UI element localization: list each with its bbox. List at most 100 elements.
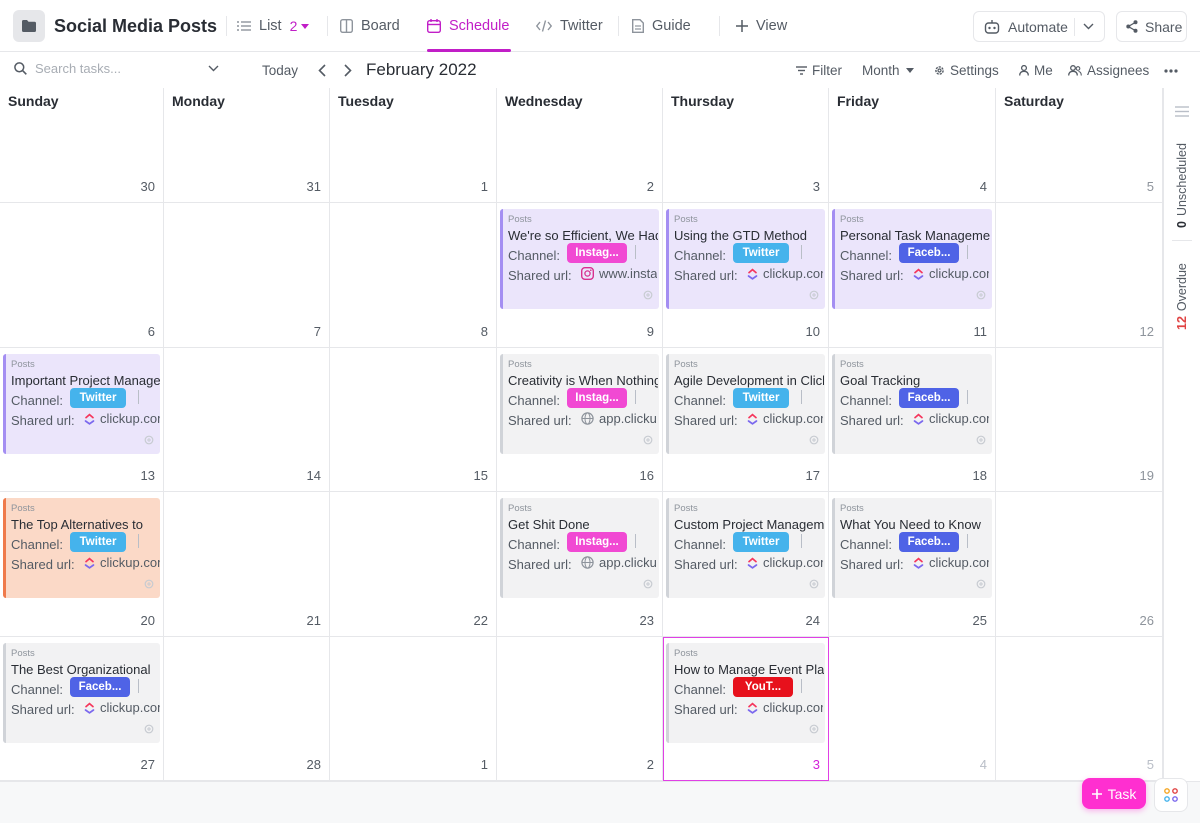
menu-icon[interactable] <box>1175 106 1189 117</box>
shared-url-link[interactable]: clickup.com <box>747 700 823 715</box>
task-card[interactable]: Posts Creativity is When Nothing Channel: I… <box>500 354 659 454</box>
day-cell[interactable]: 28 <box>164 637 330 781</box>
tab-list[interactable]: List 2 <box>237 0 310 52</box>
day-cell[interactable]: 2 <box>497 88 663 203</box>
channel-badge[interactable]: Twitter <box>733 388 789 408</box>
shared-url-link[interactable]: app.clickup.com <box>581 411 657 426</box>
task-card[interactable]: Posts Goal Tracking Channel: Faceb... Shared… <box>832 354 992 454</box>
add-view-button[interactable]: View <box>736 0 787 52</box>
chevron-down-icon[interactable] <box>1083 23 1094 30</box>
day-cell[interactable]: 30 <box>0 88 164 203</box>
day-cell[interactable]: 15 <box>330 348 497 492</box>
day-cell[interactable]: 6 <box>0 203 164 348</box>
channel-badge[interactable]: Faceb... <box>899 532 959 552</box>
apps-button[interactable] <box>1154 778 1188 812</box>
card-title[interactable]: Custom Project Management <box>674 517 824 532</box>
shared-url-link[interactable]: clickup.com <box>747 555 823 570</box>
channel-badge[interactable]: Twitter <box>733 532 789 552</box>
task-card[interactable]: Posts How to Manage Event Planning Channel… <box>666 643 825 743</box>
filter-button[interactable]: Filter <box>796 63 842 78</box>
card-title[interactable]: Creativity is When Nothing <box>508 373 658 388</box>
card-title[interactable]: The Top Alternatives to <box>11 517 160 532</box>
card-title[interactable]: Agile Development in ClickUp <box>674 373 824 388</box>
task-card[interactable]: Posts What You Need to Know Channel: Faceb.… <box>832 498 992 598</box>
automate-button[interactable]: Automate <box>973 11 1105 42</box>
task-card[interactable]: Posts Agile Development in ClickUp Channel… <box>666 354 825 454</box>
day-cell[interactable]: 1 <box>330 637 497 781</box>
channel-badge[interactable]: Instag... <box>567 388 627 408</box>
day-cell[interactable]: 3 <box>663 88 829 203</box>
tab-board[interactable]: Board <box>340 0 400 52</box>
task-card[interactable]: Posts Personal Task Management Channel: Fac… <box>832 209 992 309</box>
channel-badge[interactable]: Instag... <box>567 243 627 263</box>
card-title[interactable]: Get Shit Done <box>508 517 658 532</box>
channel-badge[interactable]: Instag... <box>567 532 627 552</box>
task-card[interactable]: Posts Using the GTD Method Channel: Twitter… <box>666 209 825 309</box>
day-cell[interactable]: 7 <box>164 203 330 348</box>
chevron-down-icon[interactable] <box>208 65 219 72</box>
task-card[interactable]: Posts We're so Efficient, We Had to Share… <box>500 209 659 309</box>
chevron-right-icon[interactable] <box>344 64 352 77</box>
folder-icon[interactable] <box>13 10 45 42</box>
shared-url-link[interactable]: clickup.com <box>84 555 160 570</box>
card-title[interactable]: Goal Tracking <box>840 373 990 388</box>
share-button[interactable]: Share <box>1116 11 1187 42</box>
task-card[interactable]: Posts Custom Project Management Channel: Tw… <box>666 498 825 598</box>
day-cell[interactable]: 8 <box>330 203 497 348</box>
day-cell[interactable]: 12 <box>996 203 1163 348</box>
shared-url-link[interactable]: clickup.com <box>84 700 160 715</box>
shared-url-link[interactable]: clickup.com <box>747 266 823 281</box>
chevron-left-icon[interactable] <box>318 64 326 77</box>
channel-badge[interactable]: Twitter <box>70 388 126 408</box>
card-title[interactable]: Personal Task Management <box>840 228 990 243</box>
shared-url-link[interactable]: clickup.com <box>913 266 989 281</box>
tab-schedule[interactable]: Schedule <box>427 0 511 52</box>
day-cell[interactable]: 22 <box>330 492 497 637</box>
task-card[interactable]: Posts The Top Alternatives to Channel: Twit… <box>3 498 160 598</box>
day-cell[interactable]: 21 <box>164 492 330 637</box>
range-select[interactable]: Month <box>862 63 914 78</box>
shared-url-link[interactable]: clickup.com <box>84 411 160 426</box>
tab-twitter[interactable]: Twitter <box>536 0 603 52</box>
day-cell[interactable]: 5 <box>996 88 1163 203</box>
assignees-button[interactable]: Assignees <box>1068 63 1149 78</box>
card-title[interactable]: The Best Organizational <box>11 662 160 677</box>
day-cell[interactable]: 5 <box>996 637 1163 781</box>
day-cell[interactable]: 4 <box>829 88 996 203</box>
card-title[interactable]: How to Manage Event Planning <box>674 662 824 677</box>
task-card[interactable]: Posts Get Shit Done Channel: Instag... Share… <box>500 498 659 598</box>
day-cell[interactable]: 1 <box>330 88 497 203</box>
tab-guide[interactable]: Guide <box>632 0 691 52</box>
channel-badge[interactable]: Faceb... <box>70 677 130 697</box>
shared-url-link[interactable]: clickup.com <box>913 555 989 570</box>
day-cell[interactable]: 31 <box>164 88 330 203</box>
day-cell[interactable]: 26 <box>996 492 1163 637</box>
overdue-tab[interactable]: 12 Overdue <box>1175 263 1189 330</box>
shared-url-link[interactable]: clickup.com <box>747 411 823 426</box>
channel-badge[interactable]: Faceb... <box>899 243 959 263</box>
card-title[interactable]: We're so Efficient, We Had to Share <box>508 228 658 243</box>
day-cell[interactable]: 2 <box>497 637 663 781</box>
shared-url-link[interactable]: app.clickup.com <box>581 555 657 570</box>
card-title[interactable]: Using the GTD Method <box>674 228 824 243</box>
task-card[interactable]: Posts The Best Organizational Channel: Face… <box>3 643 160 743</box>
search-input[interactable] <box>35 61 205 76</box>
day-cell[interactable]: 4 <box>829 637 996 781</box>
today-button[interactable]: Today <box>262 63 298 78</box>
more-icon[interactable] <box>1164 69 1178 73</box>
channel-badge[interactable]: Twitter <box>733 243 789 263</box>
day-cell[interactable]: 19 <box>996 348 1163 492</box>
task-card[interactable]: Posts Important Project Management Channel… <box>3 354 160 454</box>
card-title[interactable]: Important Project Management <box>11 373 160 388</box>
new-task-button[interactable]: Task <box>1082 778 1146 809</box>
settings-button[interactable]: Settings <box>934 63 999 78</box>
channel-badge[interactable]: Twitter <box>70 532 126 552</box>
card-title[interactable]: What You Need to Know <box>840 517 990 532</box>
day-cell[interactable]: 14 <box>164 348 330 492</box>
channel-badge[interactable]: YouT... <box>733 677 793 697</box>
shared-url-link[interactable]: clickup.com <box>913 411 989 426</box>
channel-badge[interactable]: Faceb... <box>899 388 959 408</box>
shared-url-link[interactable]: www.instagram.com <box>581 266 657 281</box>
me-filter-button[interactable]: Me <box>1019 63 1053 78</box>
unscheduled-tab[interactable]: 0 Unscheduled <box>1175 143 1189 228</box>
